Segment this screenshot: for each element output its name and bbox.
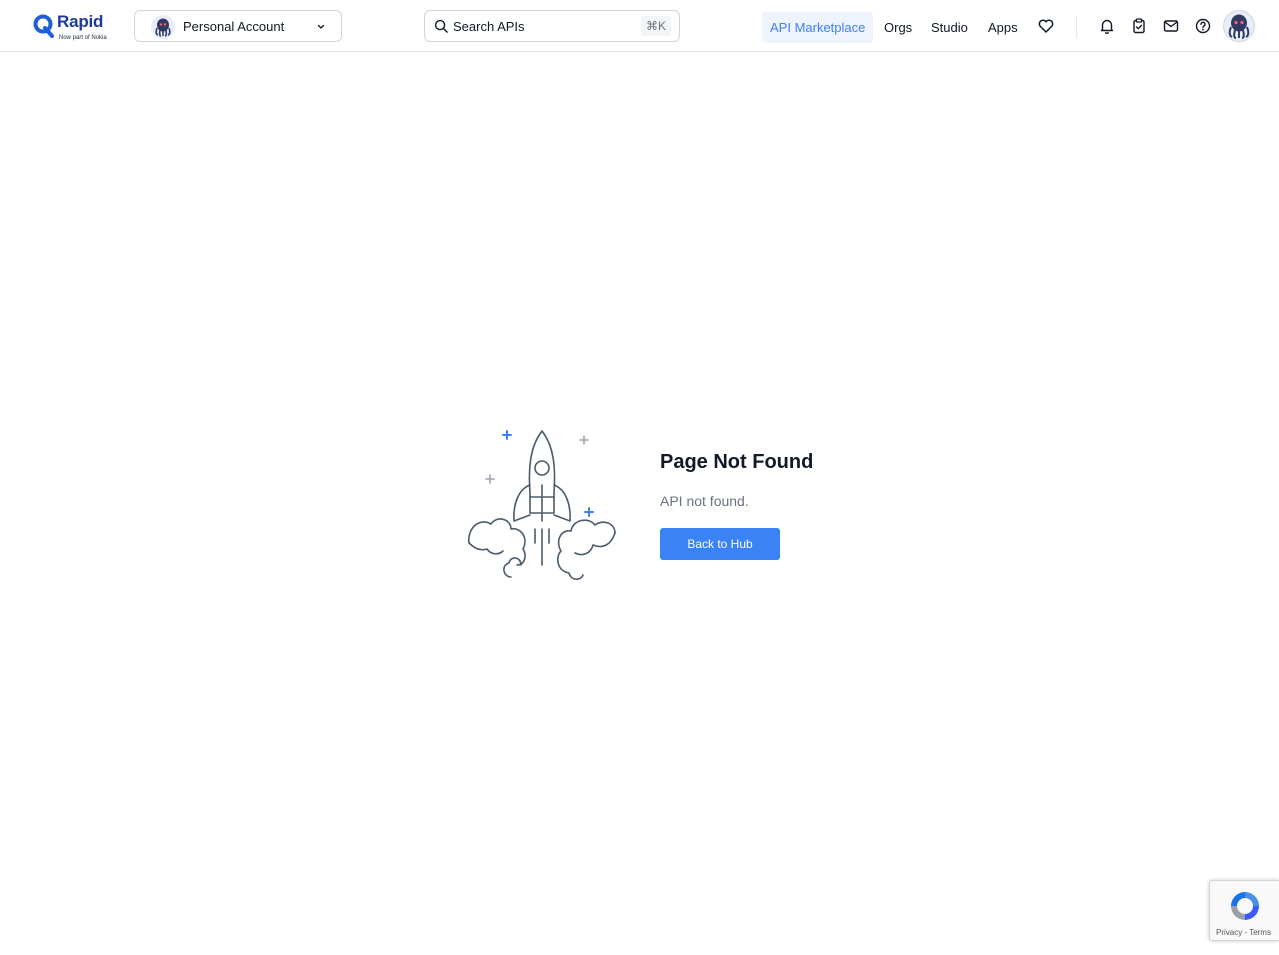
recaptcha-links[interactable]: Privacy - Terms (1216, 928, 1271, 937)
rocket-illustration (468, 430, 616, 581)
bell-icon[interactable] (1098, 17, 1116, 35)
search-placeholder: Search APIs (453, 19, 525, 34)
nav-api-marketplace[interactable]: API Marketplace (762, 12, 874, 43)
rapid-logo[interactable]: Rapid Now part of Nokia (33, 12, 113, 45)
nav-studio[interactable]: Studio (931, 12, 968, 43)
clipboard-check-icon[interactable] (1130, 17, 1148, 35)
search-icon (434, 19, 448, 33)
logo-wordmark: Rapid (57, 12, 104, 31)
nav-apps[interactable]: Apps (988, 12, 1018, 43)
rapid-logo-mark (33, 14, 54, 38)
help-circle-icon[interactable] (1194, 17, 1212, 35)
recaptcha-badge[interactable]: Privacy - Terms (1209, 880, 1279, 941)
search-apis-input[interactable]: Search APIs ⌘K (424, 10, 680, 42)
top-navigation-bar: Rapid Now part of Nokia Personal Account… (0, 0, 1279, 52)
heart-icon[interactable] (1037, 17, 1055, 35)
error-message: API not found. (660, 493, 749, 509)
nav-orgs[interactable]: Orgs (884, 12, 912, 43)
chevron-down-icon (317, 24, 325, 29)
nav-divider (1076, 16, 1077, 38)
page-not-found-title: Page Not Found (660, 451, 814, 473)
recaptcha-logo-icon (1231, 892, 1259, 920)
logo-tagline: Now part of Nokia (59, 35, 107, 41)
account-switcher[interactable]: Personal Account (134, 10, 342, 42)
octopus-avatar-icon (151, 15, 175, 39)
search-shortcut-badge: ⌘K (641, 16, 671, 36)
account-switcher-label: Personal Account (183, 19, 285, 34)
mail-icon[interactable] (1162, 17, 1180, 35)
user-avatar[interactable] (1223, 10, 1255, 42)
back-to-hub-button[interactable]: Back to Hub (660, 528, 780, 560)
